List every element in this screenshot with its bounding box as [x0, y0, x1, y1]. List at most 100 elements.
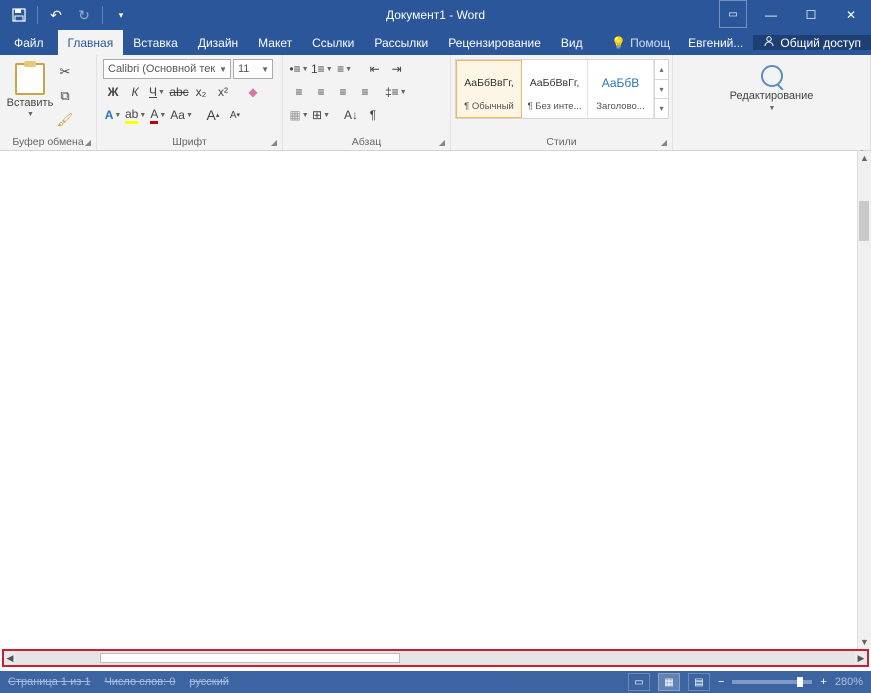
- tab-insert[interactable]: Вставка: [123, 30, 188, 55]
- group-font-label: Шрифт: [97, 136, 282, 148]
- share-label: Общий доступ: [780, 36, 861, 50]
- gallery-up-button[interactable]: ▴: [655, 60, 668, 80]
- zoom-in-button[interactable]: +: [820, 676, 826, 688]
- subscript-button[interactable]: x₂: [191, 82, 211, 102]
- document-canvas[interactable]: [0, 151, 857, 649]
- editing-button[interactable]: Редактирование ▼: [679, 59, 864, 134]
- align-right-button[interactable]: ≡: [333, 82, 353, 102]
- minimize-button[interactable]: —: [751, 0, 791, 30]
- hscroll-track[interactable]: [16, 651, 855, 665]
- read-mode-button[interactable]: ▭: [628, 673, 650, 691]
- account-name[interactable]: Евгений...: [678, 36, 753, 50]
- superscript-label: x²: [218, 85, 228, 99]
- underline-button[interactable]: Ч▼: [147, 82, 167, 102]
- style-name: ¶ Обычный: [462, 100, 516, 113]
- clipboard-icon: [15, 63, 45, 95]
- font-dialog-launcher[interactable]: ◢: [269, 137, 279, 147]
- tab-layout[interactable]: Макет: [248, 30, 302, 55]
- numbering-button[interactable]: 1≡▼: [311, 59, 333, 79]
- save-icon[interactable]: [6, 2, 32, 28]
- ribbon-display-options-icon[interactable]: ▭: [719, 0, 747, 28]
- bullets-button[interactable]: •≡▼: [289, 59, 309, 79]
- shading-button[interactable]: ▦▼: [289, 105, 309, 125]
- zoom-out-button[interactable]: −: [718, 676, 724, 688]
- clear-formatting-button[interactable]: ◆: [243, 82, 263, 102]
- align-left-button[interactable]: ≡: [289, 82, 309, 102]
- maximize-button[interactable]: ☐: [791, 0, 831, 30]
- style-heading1[interactable]: АаБбВ Заголово...: [588, 60, 654, 118]
- redo-icon[interactable]: ↻: [71, 2, 97, 28]
- superscript-button[interactable]: x²: [213, 82, 233, 102]
- page-indicator[interactable]: Страница 1 из 1: [8, 676, 90, 688]
- cut-button[interactable]: ✂: [54, 62, 76, 82]
- tab-review[interactable]: Рецензирование: [438, 30, 551, 55]
- line-spacing-button[interactable]: ‡≡▼: [385, 82, 407, 102]
- justify-icon: ≡: [361, 85, 368, 99]
- styles-dialog-launcher[interactable]: ◢: [659, 137, 669, 147]
- strikethrough-button[interactable]: abc: [169, 82, 189, 102]
- hscroll-thumb[interactable]: [100, 653, 400, 663]
- increase-indent-button[interactable]: ⇥: [387, 59, 407, 79]
- tab-mailings[interactable]: Рассылки: [364, 30, 438, 55]
- word-count[interactable]: Число слов: 0: [104, 676, 175, 688]
- copy-button[interactable]: ⧉: [54, 86, 76, 106]
- sort-button[interactable]: А↓: [341, 105, 361, 125]
- group-editing: Редактирование ▼: [673, 55, 871, 150]
- highlight-button[interactable]: ab▼: [125, 105, 146, 125]
- share-button[interactable]: Общий доступ: [753, 35, 871, 50]
- style-normal[interactable]: АаБбВвГг, ¶ Обычный: [456, 60, 522, 118]
- grow-font-button[interactable]: A▴: [203, 105, 223, 125]
- tab-design[interactable]: Дизайн: [188, 30, 248, 55]
- justify-button[interactable]: ≡: [355, 82, 375, 102]
- clipboard-dialog-launcher[interactable]: ◢: [83, 137, 93, 147]
- print-layout-button[interactable]: ▦: [658, 673, 680, 691]
- vscroll-thumb[interactable]: [859, 201, 869, 241]
- italic-button[interactable]: К: [125, 82, 145, 102]
- paragraph-dialog-launcher[interactable]: ◢: [437, 137, 447, 147]
- window-controls: ▭ — ☐ ✕: [719, 0, 871, 30]
- borders-button[interactable]: ⊞▼: [311, 105, 331, 125]
- scroll-up-button[interactable]: ▲: [858, 151, 871, 165]
- tab-view[interactable]: Вид: [551, 30, 593, 55]
- format-painter-button[interactable]: 🖌: [54, 110, 76, 130]
- ribbon-tabs: Файл Главная Вставка Дизайн Макет Ссылки…: [0, 30, 871, 55]
- close-button[interactable]: ✕: [831, 0, 871, 30]
- tell-me-search[interactable]: 💡 Помощ: [603, 36, 678, 50]
- change-case-button[interactable]: Aa▼: [170, 105, 193, 125]
- bullets-icon: •≡: [289, 62, 300, 76]
- shrink-font-button[interactable]: A▾: [225, 105, 245, 125]
- font-color-button[interactable]: A▼: [148, 105, 168, 125]
- font-family-combo[interactable]: Calibri (Основной тек ▼: [103, 59, 231, 79]
- tab-home[interactable]: Главная: [58, 30, 124, 55]
- align-center-button[interactable]: ≡: [311, 82, 331, 102]
- zoom-slider[interactable]: [732, 680, 812, 684]
- style-gallery: АаБбВвГг, ¶ Обычный АаБбВвГг, ¶ Без инте…: [455, 59, 669, 119]
- strike-label: abc: [169, 85, 188, 99]
- undo-icon[interactable]: ↶: [43, 2, 69, 28]
- text-effects-button[interactable]: A▼: [103, 105, 123, 125]
- zoom-level[interactable]: 280%: [835, 676, 863, 688]
- web-layout-button[interactable]: ▤: [688, 673, 710, 691]
- style-no-spacing[interactable]: АаБбВвГг, ¶ Без инте...: [522, 60, 588, 118]
- zoom-thumb[interactable]: [797, 677, 803, 687]
- scroll-down-button[interactable]: ▼: [858, 635, 871, 649]
- bold-button[interactable]: Ж: [103, 82, 123, 102]
- font-size-combo[interactable]: 11 ▼: [233, 59, 273, 79]
- style-preview: АаБбВ: [602, 66, 640, 100]
- decrease-indent-button[interactable]: ⇤: [365, 59, 385, 79]
- show-marks-button[interactable]: ¶: [363, 105, 383, 125]
- vertical-scrollbar[interactable]: ▲ ▼: [857, 151, 871, 649]
- tab-references[interactable]: Ссылки: [302, 30, 364, 55]
- gallery-more-button[interactable]: ▾: [655, 99, 668, 118]
- qat-customize-icon[interactable]: ▾: [108, 2, 134, 28]
- language-indicator[interactable]: русский: [189, 676, 228, 688]
- underline-label: Ч: [149, 85, 157, 99]
- brush-icon: 🖌: [57, 112, 74, 128]
- scroll-left-button[interactable]: ◀: [4, 651, 16, 665]
- tab-file[interactable]: Файл: [0, 30, 58, 55]
- paste-button[interactable]: Вставить ▼: [6, 59, 54, 134]
- gallery-down-button[interactable]: ▾: [655, 80, 668, 100]
- scroll-right-button[interactable]: ▶: [855, 651, 867, 665]
- numbering-icon: 1≡: [311, 62, 325, 76]
- multilevel-list-button[interactable]: ≡▼: [335, 59, 355, 79]
